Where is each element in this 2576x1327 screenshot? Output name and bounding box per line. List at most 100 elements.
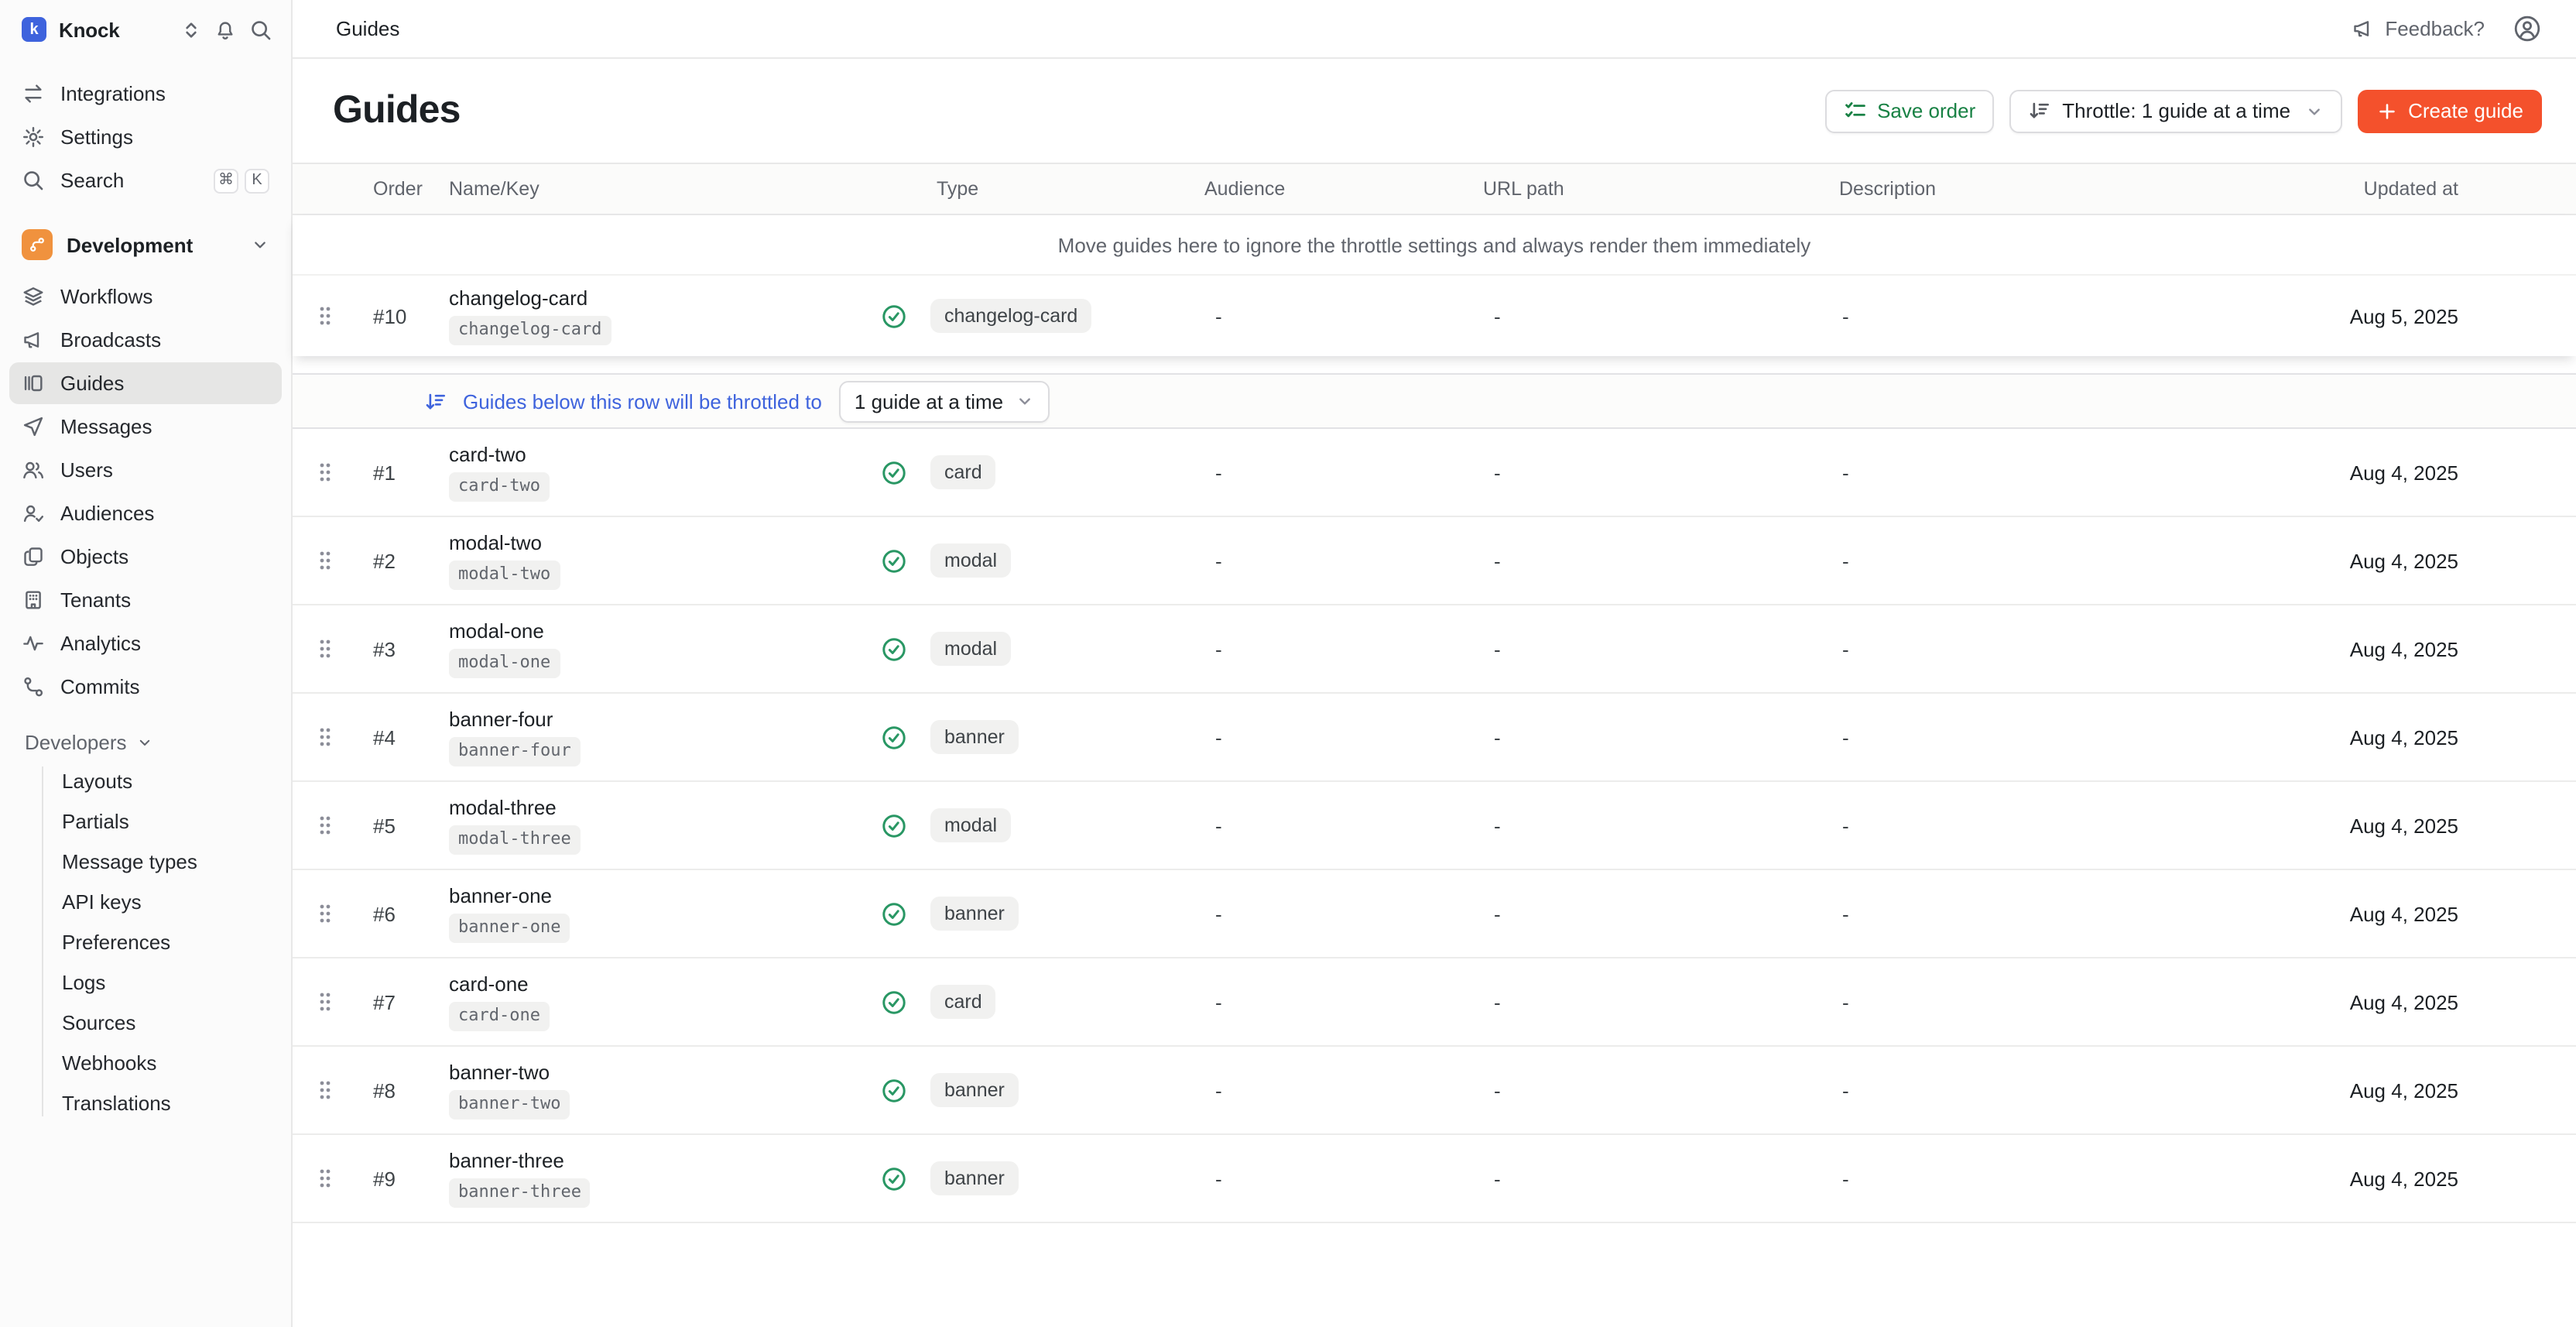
sidebar-item-audiences[interactable]: Audiences	[9, 492, 282, 534]
save-order-button[interactable]: Save order	[1824, 89, 1994, 132]
table-row[interactable]: #6 banner-one banner-one banner - - - Au…	[293, 870, 2576, 958]
table-row[interactable]: #3 modal-one modal-one modal - - - Aug 4…	[293, 605, 2576, 694]
updated-at-value: Aug 4, 2025	[2313, 1078, 2576, 1102]
drag-handle-icon[interactable]	[293, 303, 355, 328]
notifications-bell-icon[interactable]	[214, 18, 237, 41]
workspace-expand-icon[interactable]	[181, 19, 201, 39]
sidebar-item-translations[interactable]: Translations	[9, 1082, 282, 1123]
table-row[interactable]: #8 banner-two banner-two banner - - - Au…	[293, 1047, 2576, 1135]
developers-label: Developers	[25, 731, 127, 754]
table-row[interactable]: #4 banner-four banner-four banner - - - …	[293, 694, 2576, 782]
table-row[interactable]: #10 changelog-card changelog-card change…	[293, 274, 2576, 356]
chevron-down-icon	[2304, 101, 2323, 120]
throttle-label: Throttle: 1 guide at a time	[2062, 99, 2290, 122]
table-row[interactable]: #5 modal-three modal-three modal - - - A…	[293, 782, 2576, 870]
sidebar-item-label: Messages	[60, 415, 152, 438]
environment-icon	[22, 229, 53, 260]
guide-name: modal-two	[449, 532, 542, 555]
knock-logo: k	[22, 17, 46, 42]
drag-handle-icon[interactable]	[293, 548, 355, 573]
feedback-button[interactable]: Feedback?	[2351, 17, 2485, 40]
type-badge: modal	[930, 632, 1011, 666]
type-badge: card	[930, 985, 996, 1019]
table-row[interactable]: #7 card-one card-one card - - - Aug 4, 2…	[293, 958, 2576, 1047]
throttle-dropdown-button[interactable]: Throttle: 1 guide at a time	[2009, 89, 2341, 132]
megaphone-icon	[2351, 17, 2374, 40]
drag-handle-icon[interactable]	[293, 460, 355, 485]
audience-value: -	[1160, 990, 1446, 1013]
developers-section-toggle[interactable]: Developers	[25, 731, 282, 754]
sidebar-item-broadcasts[interactable]: Broadcasts	[9, 319, 282, 361]
type-badge: modal	[930, 808, 1011, 842]
guides-table-body: #1 card-two card-two card - - - Aug 4, 2…	[293, 429, 2576, 1223]
sidebar-item-integrations[interactable]: Integrations	[9, 73, 282, 115]
sidebar-item-message-types[interactable]: Message types	[9, 841, 282, 881]
sidebar-item-label: Message types	[62, 849, 197, 873]
git-commit-icon	[22, 675, 45, 698]
sidebar-item-api-keys[interactable]: API keys	[9, 881, 282, 921]
drag-handle-icon[interactable]	[293, 636, 355, 661]
sidebar-item-sources[interactable]: Sources	[9, 1002, 282, 1042]
sidebar-item-users[interactable]: Users	[9, 449, 282, 491]
audience-value: -	[1160, 902, 1446, 925]
audience-value: -	[1160, 637, 1446, 660]
sidebar-nav-environment: Workflows Broadcasts Guides Messages Use…	[0, 274, 291, 709]
sidebar-item-layouts[interactable]: Layouts	[9, 760, 282, 801]
sidebar-item-webhooks[interactable]: Webhooks	[9, 1042, 282, 1082]
drag-handle-icon[interactable]	[293, 1078, 355, 1102]
environment-switcher[interactable]: Development	[9, 221, 282, 268]
user-check-icon	[22, 502, 45, 525]
audience-value: -	[1160, 725, 1446, 749]
table-empty-space	[293, 1223, 2576, 1327]
sidebar-item-workflows[interactable]: Workflows	[9, 276, 282, 317]
drag-handle-icon[interactable]	[293, 813, 355, 838]
building-icon	[22, 588, 45, 612]
guide-key-badge: banner-two	[449, 1091, 570, 1120]
sidebar-item-label: Guides	[60, 372, 124, 395]
sidebar-item-label: Layouts	[62, 769, 132, 792]
sidebar-item-analytics[interactable]: Analytics	[9, 622, 282, 664]
guide-key-badge: banner-four	[449, 738, 581, 766]
cmd-key-badge: ⌘	[214, 168, 238, 193]
description-value: -	[1802, 814, 2313, 837]
throttle-amount-select[interactable]: 1 guide at a time	[839, 380, 1050, 422]
description-value: -	[1802, 461, 2313, 484]
table-row[interactable]: #2 modal-two modal-two modal - - - Aug 4…	[293, 517, 2576, 605]
type-badge: banner	[930, 1161, 1019, 1195]
drag-handle-icon[interactable]	[293, 989, 355, 1014]
status-check-icon	[881, 900, 907, 927]
sidebar-item-objects[interactable]: Objects	[9, 536, 282, 578]
sidebar-item-partials[interactable]: Partials	[9, 801, 282, 841]
table-row[interactable]: #9 banner-three banner-three banner - - …	[293, 1135, 2576, 1223]
url-path-value: -	[1446, 549, 1802, 572]
sidebar-item-messages[interactable]: Messages	[9, 406, 282, 447]
workspace-switcher[interactable]: k Knock	[0, 0, 291, 59]
sidebar-item-label: Tenants	[60, 588, 131, 612]
audience-value: -	[1160, 1078, 1446, 1102]
drag-handle-icon[interactable]	[293, 725, 355, 749]
plus-icon	[2376, 100, 2397, 122]
create-guide-button[interactable]: Create guide	[2357, 89, 2542, 132]
workspace-name: Knock	[59, 18, 119, 41]
sidebar-item-settings[interactable]: Settings	[9, 116, 282, 158]
sidebar-item-guides[interactable]: Guides	[9, 362, 282, 404]
throttle-divider-link[interactable]: Guides below this row will be throttled …	[424, 389, 822, 413]
guide-name: banner-two	[449, 1061, 550, 1085]
sidebar-item-commits[interactable]: Commits	[9, 666, 282, 708]
row-order: #7	[355, 990, 447, 1013]
swap-arrows-icon	[22, 82, 45, 105]
drag-handle-icon[interactable]	[293, 1166, 355, 1191]
sidebar-item-logs[interactable]: Logs	[9, 962, 282, 1002]
sidebar-item-label: Sources	[62, 1010, 135, 1034]
account-avatar-icon[interactable]	[2513, 14, 2542, 43]
layers-icon	[22, 285, 45, 308]
sidebar-item-label: Integrations	[60, 82, 166, 105]
status-check-icon	[881, 724, 907, 750]
column-header-name-key: Name/Key	[447, 178, 881, 200]
sidebar-item-search[interactable]: Search ⌘ K	[9, 159, 282, 201]
sidebar-item-tenants[interactable]: Tenants	[9, 579, 282, 621]
search-icon[interactable]	[249, 18, 272, 41]
drag-handle-icon[interactable]	[293, 901, 355, 926]
sidebar-item-preferences[interactable]: Preferences	[9, 921, 282, 962]
table-row[interactable]: #1 card-two card-two card - - - Aug 4, 2…	[293, 429, 2576, 517]
